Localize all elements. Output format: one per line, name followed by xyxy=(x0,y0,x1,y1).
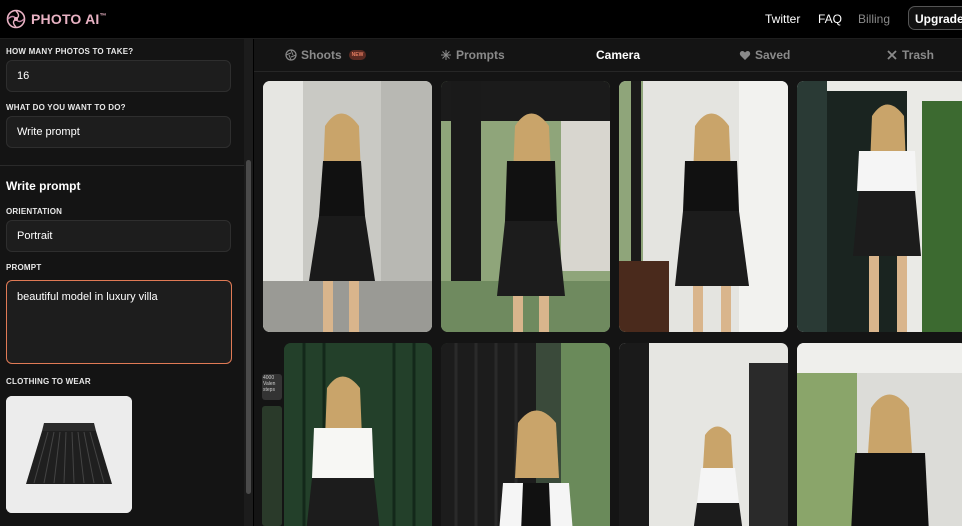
prompt-label: PROMPT xyxy=(6,263,42,272)
faq-link[interactable]: FAQ xyxy=(818,12,842,26)
gallery-photo[interactable] xyxy=(441,81,610,332)
gallery-photo[interactable] xyxy=(619,81,788,332)
tab-prompts[interactable]: Prompts xyxy=(440,48,505,62)
logo-swirl-icon xyxy=(6,9,26,29)
tab-trash[interactable]: Trash xyxy=(886,48,934,62)
section-divider xyxy=(0,165,248,166)
orientation-label: ORIENTATION xyxy=(6,207,63,216)
photo-model-villa-1 xyxy=(263,81,432,332)
pleated-skirt-image xyxy=(6,396,132,513)
gallery-photo[interactable] xyxy=(797,81,962,332)
gallery-photo[interactable] xyxy=(619,343,788,526)
photos-count-label: HOW MANY PHOTOS TO TAKE? xyxy=(6,47,134,56)
photo-model-villa-7 xyxy=(619,343,788,526)
photo-model-villa-4 xyxy=(797,81,962,332)
tab-trash-label: Trash xyxy=(902,48,935,62)
settings-sidebar: HOW MANY PHOTOS TO TAKE? 16 WHAT DO YOU … xyxy=(0,39,253,526)
sidebar-scrollbar[interactable] xyxy=(244,39,253,526)
heart-icon xyxy=(739,50,751,60)
peek-thumbnail-2[interactable] xyxy=(262,406,282,526)
tab-saved[interactable]: Saved xyxy=(739,48,790,62)
action-label: WHAT DO YOU WANT TO DO? xyxy=(6,103,126,112)
photo-model-villa-2 xyxy=(441,81,610,332)
gallery-photo[interactable] xyxy=(441,343,610,526)
tab-saved-label: Saved xyxy=(755,48,791,62)
twitter-link[interactable]: Twitter xyxy=(765,12,800,26)
logo[interactable]: PHOTO AI™ xyxy=(6,9,107,29)
tab-shoots[interactable]: Shoots NEW xyxy=(285,48,367,62)
prompt-textarea[interactable]: beautiful model in luxury villa xyxy=(6,280,232,364)
photo-model-villa-3 xyxy=(619,81,788,332)
tab-camera[interactable]: Camera xyxy=(596,48,640,62)
tab-bar: Shoots NEW Prompts Camera Saved Trash xyxy=(254,39,962,72)
tab-camera-label: Camera xyxy=(596,48,641,62)
orientation-select[interactable]: Portrait xyxy=(6,220,231,252)
tab-prompts-label: Prompts xyxy=(456,48,505,62)
sparkle-icon xyxy=(441,50,451,60)
action-select[interactable]: Write prompt xyxy=(6,116,231,148)
photo-model-villa-6 xyxy=(441,343,610,526)
top-bar: PHOTO AI™ Twitter FAQ Billing Upgrade xyxy=(0,0,962,39)
clothing-label: CLOTHING TO WEAR xyxy=(6,377,91,386)
peek-thumbnail[interactable]: 4000 Valen steps xyxy=(262,374,282,400)
new-badge: NEW xyxy=(348,50,367,60)
section-title: Write prompt xyxy=(6,179,81,193)
gallery-photo[interactable] xyxy=(797,343,962,526)
photo-model-villa-5 xyxy=(284,343,432,526)
upgrade-button[interactable]: Upgrade xyxy=(908,6,962,30)
logo-text: PHOTO AI™ xyxy=(31,11,107,27)
billing-link[interactable]: Billing xyxy=(858,12,890,26)
aperture-icon xyxy=(285,49,297,61)
photo-model-villa-8 xyxy=(797,343,962,526)
x-icon xyxy=(887,50,897,60)
photos-count-field[interactable]: 16 xyxy=(6,60,231,92)
tab-shoots-label: Shoots xyxy=(301,48,342,62)
gallery-photo[interactable] xyxy=(263,81,432,332)
main-gallery: Shoots NEW Prompts Camera Saved Trash 40… xyxy=(254,39,962,526)
sidebar-scrollbar-thumb[interactable] xyxy=(246,160,251,494)
clothing-image[interactable] xyxy=(6,396,132,513)
gallery-photo[interactable] xyxy=(284,343,432,526)
